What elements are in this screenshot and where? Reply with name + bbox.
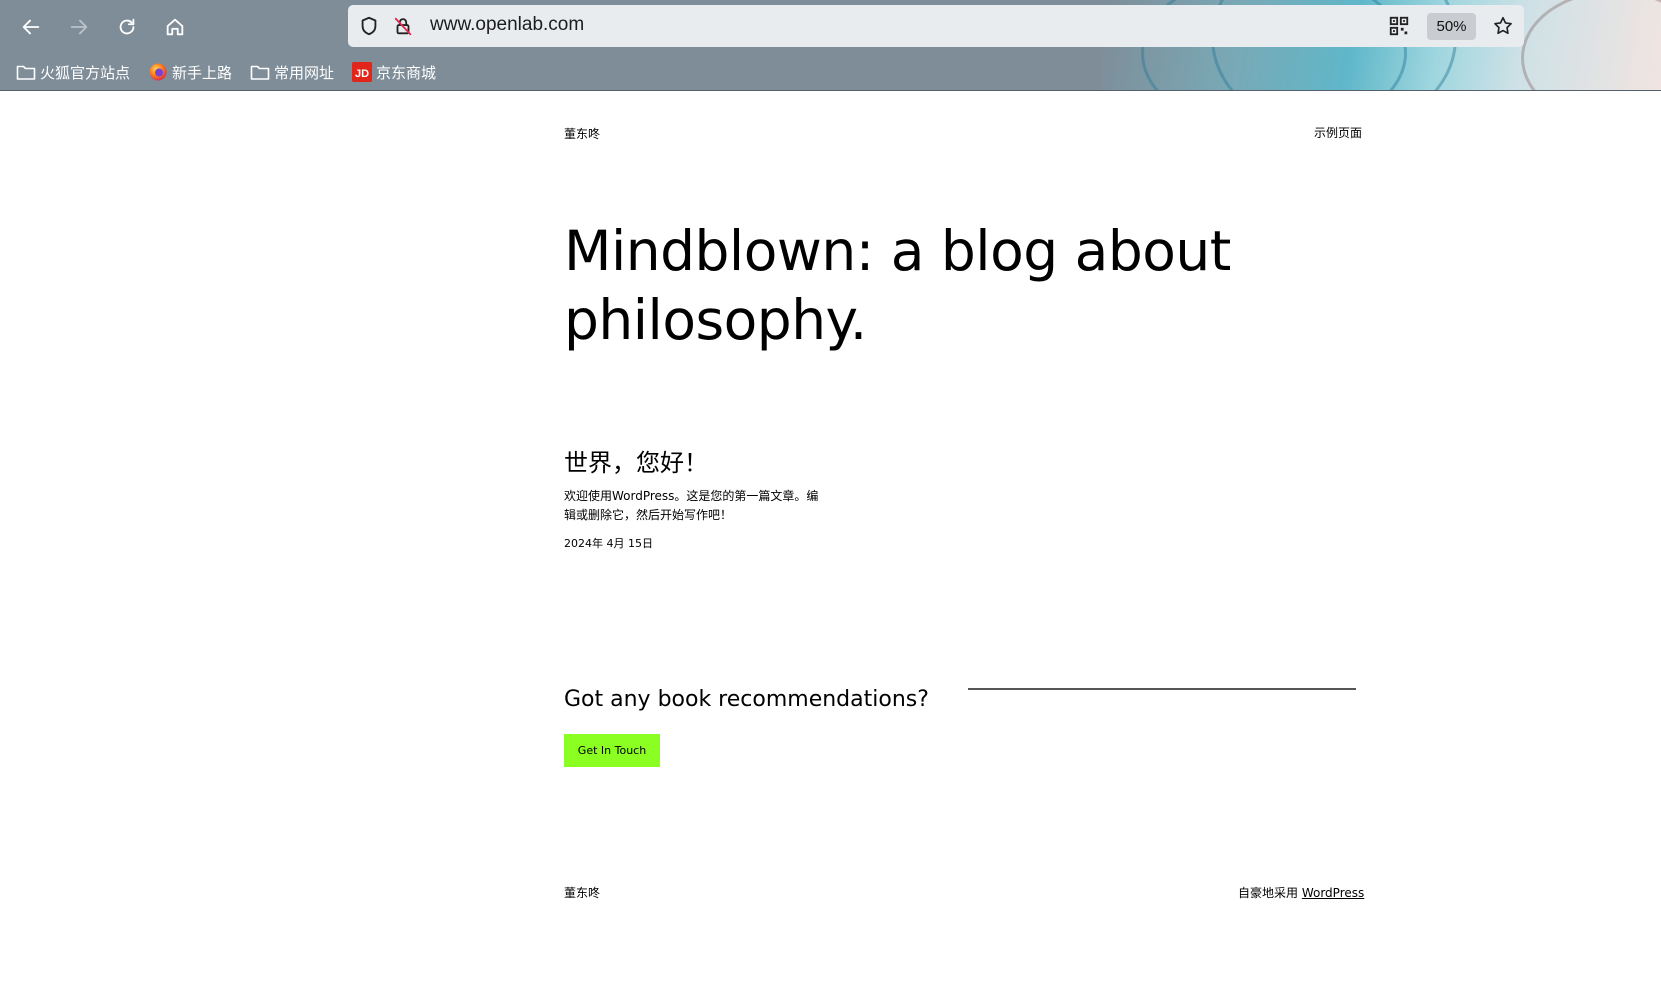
folder-icon: [250, 63, 270, 81]
separator-line: [968, 688, 1356, 690]
forward-button[interactable]: [60, 8, 98, 46]
bookmark-getting-started[interactable]: 新手上路: [148, 62, 232, 83]
browser-toolbar: www.openlab.com 50% 火狐官方站点 新手上路 常用网址 JD …: [0, 0, 1661, 91]
footer-site-title-link[interactable]: 董东咚: [564, 884, 600, 901]
footer-credit: 自豪地采用 WordPress: [1238, 884, 1364, 901]
address-bar[interactable]: www.openlab.com 50%: [348, 5, 1524, 47]
back-button[interactable]: [12, 8, 50, 46]
shield-icon[interactable]: [358, 15, 380, 37]
zoom-level-badge[interactable]: 50%: [1427, 13, 1476, 40]
arrow-left-icon: [22, 19, 40, 35]
site-title-link[interactable]: 董东咚: [564, 125, 600, 142]
wordpress-link[interactable]: WordPress: [1302, 886, 1364, 900]
bookmark-label: 京东商城: [376, 63, 437, 82]
bookmark-jd-mall[interactable]: JD 京东商城: [352, 62, 436, 83]
jd-icon: JD: [352, 62, 373, 82]
cta-heading: Got any book recommendations?: [564, 687, 929, 712]
web-page: 董东咚 示例页面 Mindblown: a blog about philoso…: [0, 91, 1661, 1002]
nav-link-sample-page[interactable]: 示例页面: [1314, 124, 1362, 141]
bookmark-firefox-official[interactable]: 火狐官方站点: [16, 62, 130, 83]
svg-text:JD: JD: [355, 68, 369, 80]
bookmark-label: 常用网址: [274, 63, 335, 82]
folder-icon: [16, 63, 36, 81]
footer-credit-prefix: 自豪地采用: [1238, 886, 1302, 900]
qr-code-icon[interactable]: [1388, 15, 1410, 37]
home-icon: [166, 18, 184, 36]
post-title-link[interactable]: 世界，您好！: [564, 443, 708, 478]
post-excerpt: 欢迎使用WordPress。这是您的第一篇文章。编辑或删除它，然后开始写作吧！: [564, 489, 819, 522]
hero-heading: Mindblown: a blog about philosophy.: [564, 219, 1231, 352]
bookmarks-bar: 火狐官方站点 新手上路 常用网址 JD 京东商城: [16, 60, 454, 84]
get-in-touch-button[interactable]: Get In Touch: [564, 734, 660, 767]
reload-button[interactable]: [108, 8, 146, 46]
url-text[interactable]: www.openlab.com: [430, 14, 584, 36]
firefox-icon: [148, 63, 168, 81]
arrow-right-icon: [70, 19, 88, 35]
bookmark-star-icon[interactable]: [1492, 15, 1514, 37]
post-date: 2024年 4月 15日: [564, 537, 653, 550]
home-button[interactable]: [156, 8, 194, 46]
bookmark-label: 新手上路: [172, 63, 233, 82]
bookmark-label: 火狐官方站点: [40, 63, 131, 82]
bookmark-common-sites[interactable]: 常用网址: [250, 62, 334, 83]
insecure-lock-icon[interactable]: [392, 15, 414, 37]
reload-icon: [119, 18, 135, 35]
